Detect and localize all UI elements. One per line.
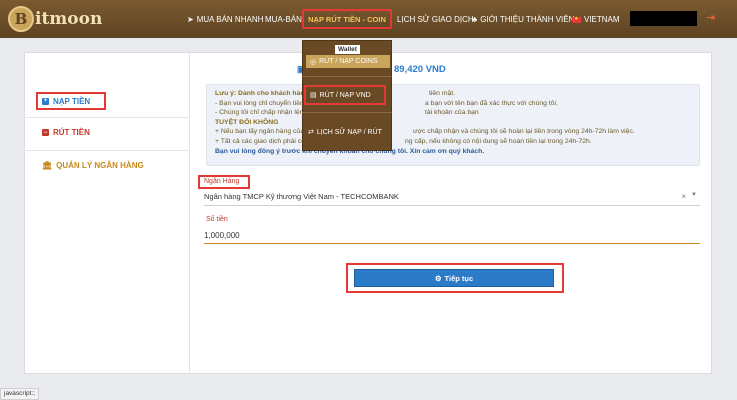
- dropdown-item-history-label: LỊCH SỬ NẠP / RÚT: [316, 128, 382, 136]
- plus-square-icon: +: [42, 97, 49, 105]
- bank-icon: 🏛: [42, 161, 53, 170]
- money-icon: ▤: [310, 92, 317, 99]
- amount-input[interactable]: 1,000,000: [204, 228, 700, 244]
- language-selector[interactable]: VIETNAM: [572, 15, 620, 24]
- notice-line: + Tất cả các giao dịch phải có ng cấp, nế…: [215, 137, 592, 145]
- redacted-username: [630, 11, 697, 26]
- nav-deposit-withdraw-coin-label: NẠP RÚT TIỀN - COIN: [308, 14, 386, 24]
- dropdown-divider: [302, 76, 392, 77]
- dropdown-divider: [302, 112, 392, 113]
- notice-line: - Chúng tôi chỉ chấp nhận lệnh tài khoản …: [215, 109, 479, 117]
- top-navigation-bar: B itmoon ➤ MUA BÁN NHANH MUA-BÁN NẠP RÚT…: [0, 0, 737, 38]
- sidebar-item-deposit[interactable]: + NẠP TIỀN: [36, 92, 106, 110]
- minus-square-icon: −: [42, 129, 49, 136]
- chevron-down-icon[interactable]: ▼: [691, 192, 697, 198]
- deposit-notice: Lưu ý: Dành cho khách hàng tiền mặt. - Bạ…: [206, 84, 700, 166]
- sidebar-item-bank-management[interactable]: 🏛 QUẢN LÝ NGÂN HÀNG: [42, 161, 144, 170]
- coin-icon: ◎: [310, 58, 317, 66]
- dropdown-item-history[interactable]: ⇄ LỊCH SỬ NẠP / RÚT: [308, 128, 382, 137]
- brand-logo[interactable]: B itmoon: [8, 6, 102, 32]
- notice-line: - Bạn vui lòng chỉ chuyển tiền a bạn với …: [215, 99, 558, 107]
- logout-icon[interactable]: ⇥: [706, 11, 715, 24]
- gift-icon: ♣: [472, 15, 478, 24]
- amount-input-value: 1,000,000: [204, 231, 240, 240]
- dropdown-item-vnd[interactable]: ▤ RÚT / NẠP VND: [304, 85, 386, 105]
- nav-referral-label: GIỚI THIỆU THÀNH VIÊN: [480, 15, 575, 24]
- browser-status-bar: javascript:;: [0, 388, 40, 400]
- clear-icon[interactable]: ×: [681, 192, 686, 201]
- sidebar-item-withdraw[interactable]: − RÚT TIỀN: [42, 128, 90, 137]
- dropdown-item-vnd-label: RÚT / NẠP VND: [319, 91, 371, 99]
- paper-plane-icon: ➤: [187, 15, 194, 24]
- nav-history-label: LỊCH SỬ GIAO DỊCH: [397, 15, 474, 24]
- notice-line: Lưu ý: Dành cho khách hàng tiền mặt.: [215, 90, 456, 97]
- nav-deposit-withdraw-coin[interactable]: NẠP RÚT TIỀN - COIN: [302, 9, 392, 29]
- language-label: VIETNAM: [584, 15, 620, 24]
- bank-label: Ngân Hàng: [198, 175, 250, 189]
- nav-buy-sell[interactable]: MUA-BÁN: [265, 15, 302, 24]
- bank-select-value: Ngân hàng TMCP Kỹ thương Việt Nam - TECH…: [204, 192, 399, 201]
- bank-select[interactable]: Ngân hàng TMCP Kỹ thương Việt Nam - TECH…: [204, 188, 700, 206]
- amount-label: Số tiền: [206, 216, 228, 223]
- notice-line: + Nếu bạn lấy ngân hàng của ược chấp nhận…: [215, 128, 635, 136]
- exchange-icon: ⇄: [308, 129, 314, 136]
- nav-history[interactable]: LỊCH SỬ GIAO DỊCH: [397, 15, 474, 24]
- sidebar-item-withdraw-label: RÚT TIỀN: [53, 128, 90, 137]
- vietnam-flag-icon: [572, 16, 581, 23]
- nav-buy-sell-label: MUA-BÁN: [265, 15, 302, 24]
- sidebar-item-bank-management-label: QUẢN LÝ NGÂN HÀNG: [56, 161, 144, 170]
- nav-buy-sell-fast-label: MUA BÁN NHANH: [196, 15, 264, 24]
- sidebar-item-deposit-label: NẠP TIỀN: [53, 96, 91, 106]
- balance-value: 89,420 VND: [394, 64, 446, 75]
- logo-text: itmoon: [35, 9, 103, 29]
- nav-referral[interactable]: ♣ GIỚI THIỆU THÀNH VIÊN: [472, 15, 574, 24]
- logo-mark: B: [8, 6, 34, 32]
- notice-line: TUYỆT ĐỐI KHÔNG: [215, 118, 279, 126]
- dropdown-item-coins[interactable]: ◎ RÚT / NẠP COINS: [306, 55, 390, 68]
- sidebar-divider: [24, 150, 190, 151]
- notice-line: Bạn vui lòng đồng ý trước khi chuyển kho…: [215, 147, 485, 155]
- continue-button-label: Tiếp tục: [444, 273, 474, 283]
- continue-button[interactable]: ⚙ Tiếp tục: [354, 269, 554, 287]
- dropdown-item-coins-label: RÚT / NẠP COINS: [319, 58, 378, 65]
- sidebar-divider: [24, 117, 190, 118]
- dropdown-header: Wallet: [335, 45, 360, 54]
- gear-icon: ⚙: [434, 273, 442, 283]
- nav-buy-sell-fast[interactable]: ➤ MUA BÁN NHANH: [187, 15, 263, 24]
